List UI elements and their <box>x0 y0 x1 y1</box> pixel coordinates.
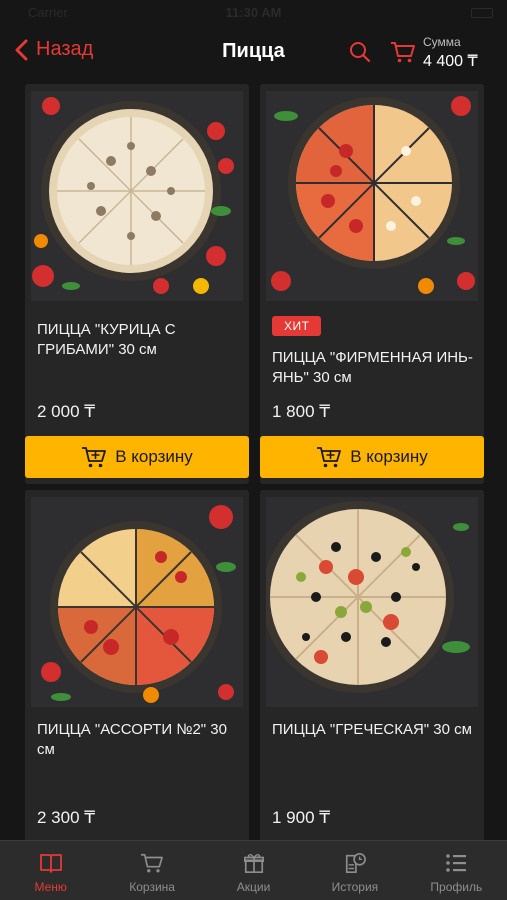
product-name: ПИЦЦА "ФИРМЕННАЯ ИНЬ-ЯНЬ" 30 см <box>272 349 473 386</box>
product-price: 2 000 ₸ <box>37 402 96 421</box>
search-icon <box>350 42 371 63</box>
nav-header: Назад Пицца Сумма 4 400 ₸ <box>0 26 507 82</box>
back-button[interactable]: Назад <box>14 38 93 61</box>
tab-bar: Меню Корзина Акции История Профиль <box>0 840 507 900</box>
sum-label: Сумма <box>423 35 461 49</box>
product-card[interactable]: ПИЦЦА "КУРИЦА С ГРИБАМИ" 30 см 2 000 ₸ В… <box>25 84 249 484</box>
search-button[interactable] <box>348 40 372 69</box>
chevron-left-icon <box>15 39 28 60</box>
add-to-cart-button[interactable]: В корзину <box>260 436 484 478</box>
tab-promotions[interactable]: Акции <box>203 841 304 900</box>
back-label: Назад <box>36 38 94 60</box>
tab-label: История <box>331 880 379 894</box>
tab-history[interactable]: История <box>304 841 405 900</box>
tab-label: Меню <box>34 880 67 894</box>
cart-button[interactable] <box>390 40 416 69</box>
tab-menu[interactable]: Меню <box>0 841 101 900</box>
product-price: 2 300 ₸ <box>37 808 96 827</box>
tab-label: Корзина <box>129 880 175 894</box>
tab-label: Акции <box>236 880 271 894</box>
add-to-cart-label: В корзину <box>350 447 428 466</box>
tab-profile[interactable]: Профиль <box>406 841 507 900</box>
cart-plus-icon <box>82 447 107 468</box>
cart-icon <box>141 853 164 873</box>
product-card[interactable]: ХИТ ПИЦЦА "ФИРМЕННАЯ ИНЬ-ЯНЬ" 30 см 1 80… <box>260 84 484 484</box>
product-name: ПИЦЦА "АССОРТИ №2" 30 см <box>37 721 227 758</box>
tab-label: Профиль <box>430 880 483 894</box>
product-price: 1 900 ₸ <box>272 808 331 827</box>
product-name: ПИЦЦА "ГРЕЧЕСКАЯ" 30 см <box>272 721 472 738</box>
tab-cart[interactable]: Корзина <box>101 841 202 900</box>
clock: 11:30 AM <box>225 5 282 20</box>
book-icon <box>39 854 62 873</box>
product-price: 1 800 ₸ <box>272 402 331 421</box>
add-to-cart-button[interactable]: В корзину <box>25 436 249 478</box>
add-to-cart-label: В корзину <box>115 447 193 466</box>
cart-icon <box>391 42 415 63</box>
cart-sum: Сумма 4 400 ₸ <box>423 35 478 71</box>
product-image <box>31 497 243 707</box>
cart-plus-icon <box>317 447 342 468</box>
battery-icon <box>471 8 493 18</box>
list-icon <box>446 854 467 872</box>
product-image <box>31 91 243 301</box>
product-card[interactable]: ПИЦЦА "ГРЕЧЕСКАЯ" 30 см 1 900 ₸ <box>260 490 484 850</box>
product-image <box>266 497 478 707</box>
hit-badge: ХИТ <box>272 316 322 336</box>
product-image <box>266 91 478 301</box>
gift-icon <box>243 853 264 873</box>
product-name: ПИЦЦА "КУРИЦА С ГРИБАМИ" 30 см <box>37 321 176 358</box>
product-card[interactable]: ПИЦЦА "АССОРТИ №2" 30 см 2 300 ₸ <box>25 490 249 850</box>
history-icon <box>345 853 366 873</box>
status-bar: Carrier 11:30 AM <box>0 0 507 26</box>
sum-value: 4 400 ₸ <box>423 53 478 70</box>
